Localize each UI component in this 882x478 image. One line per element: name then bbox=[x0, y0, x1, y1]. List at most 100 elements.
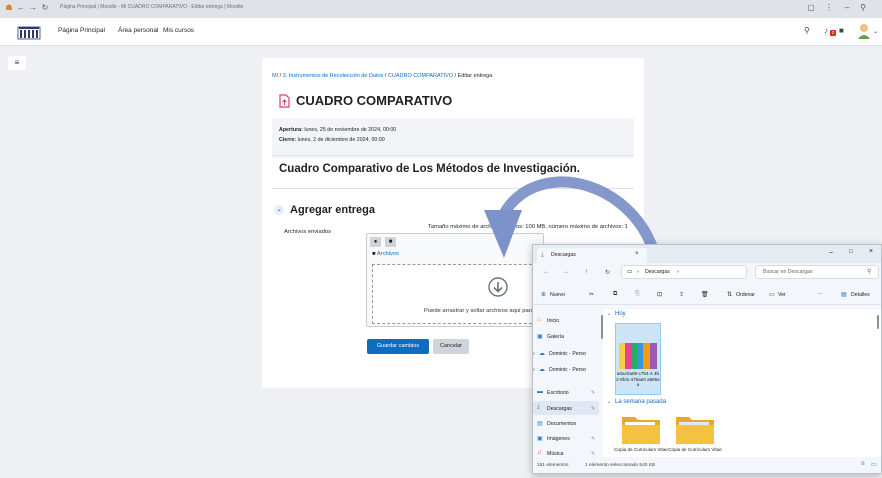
nav-link-my-courses[interactable]: Mis cursos bbox=[163, 27, 194, 34]
close-tab-icon[interactable]: × bbox=[635, 251, 639, 257]
drop-zone[interactable] bbox=[372, 264, 542, 324]
notifications-icon[interactable]: ♪ bbox=[824, 26, 828, 35]
nav-link-home[interactable]: Página Principal bbox=[58, 27, 105, 34]
image-thumbnail-icon bbox=[619, 343, 657, 369]
folder-icon[interactable] bbox=[621, 413, 661, 445]
browser-menu-icon[interactable]: ⋮ bbox=[824, 3, 834, 13]
window-minimize-icon[interactable]: – bbox=[829, 249, 833, 256]
breadcrumb-item-section[interactable]: 3. Instrumentos de Recolección de Datos bbox=[283, 73, 384, 79]
breadcrumb-separator: / bbox=[384, 73, 387, 79]
expand-chevron-icon[interactable]: › bbox=[533, 351, 535, 357]
rename-icon[interactable]: ⊡ bbox=[657, 291, 662, 298]
tiles-view-icon[interactable]: ▭ bbox=[871, 461, 877, 468]
add-file-icon[interactable]: ● bbox=[370, 237, 381, 247]
download-arrow-icon bbox=[488, 277, 508, 297]
opening-value: lunes, 25 de noviembre de 2024, 00:00 bbox=[304, 127, 397, 133]
extensions-icon[interactable]: ▢ bbox=[806, 3, 816, 13]
closing-value: lunes, 2 de diciembre de 2024, 00:00 bbox=[297, 137, 385, 143]
breadcrumb-item-assignment[interactable]: CUADRO COMPARATIVO bbox=[388, 73, 453, 79]
reload-icon[interactable]: ↻ bbox=[40, 3, 50, 13]
window-close-icon[interactable]: × bbox=[869, 248, 873, 255]
save-changes-button[interactable]: Guardar cambios bbox=[367, 339, 429, 354]
breadcrumb-item-course[interactable]: MI bbox=[272, 73, 278, 79]
sidebar-item-escritorio[interactable]: Escritorio bbox=[547, 390, 569, 396]
group-last-week[interactable]: La semana pasada bbox=[615, 399, 666, 405]
desktop-icon: ▬ bbox=[537, 389, 543, 395]
address-bar[interactable] bbox=[621, 265, 747, 279]
file-explorer-window: ⤓ Descargas × – □ × ← → ↑ ↻ ▭ › Descarga… bbox=[532, 244, 882, 474]
folder-icon[interactable] bbox=[675, 413, 715, 445]
sidebar-item-documentos[interactable]: Documentos bbox=[547, 421, 576, 427]
refresh-icon[interactable]: ↻ bbox=[605, 269, 610, 276]
cloud-icon: ☁ bbox=[539, 367, 545, 373]
account-icon[interactable]: ⚲ bbox=[858, 3, 868, 13]
folder-link[interactable]: Archivos bbox=[377, 251, 399, 257]
gallery-icon: ▣ bbox=[537, 334, 543, 340]
delete-icon[interactable]: 🗑 bbox=[701, 291, 709, 298]
create-folder-icon[interactable]: ■ bbox=[385, 237, 396, 247]
paste-icon[interactable]: ⎘ bbox=[635, 291, 640, 298]
cloud-icon: ☁ bbox=[539, 351, 545, 357]
browser-toolbar: ☗ ← → ↻ Página Principal | Moodle - Mi C… bbox=[0, 0, 882, 18]
pin-icon: ✎ bbox=[591, 390, 596, 396]
group-chevron-icon[interactable]: ⌄ bbox=[607, 399, 611, 405]
pin-icon: ✎ bbox=[591, 451, 596, 457]
group-today[interactable]: Hoy bbox=[615, 311, 626, 317]
user-menu-chevron-icon[interactable]: ⌄ bbox=[873, 28, 878, 35]
forward-icon[interactable]: → bbox=[28, 3, 38, 13]
breadcrumb: MI / 3. Instrumentos de Recolección de D… bbox=[272, 73, 492, 79]
folder-name[interactable]: Copia de Curriculum Vitae bbox=[613, 447, 669, 453]
view-icon[interactable]: ▭ bbox=[769, 291, 775, 298]
section-title[interactable]: Agregar entrega bbox=[290, 204, 375, 216]
details-button[interactable]: Detalles bbox=[851, 292, 870, 298]
search-icon: ⚲ bbox=[867, 269, 872, 275]
group-chevron-icon[interactable]: ⌄ bbox=[607, 311, 611, 317]
sort-button[interactable]: Ordenar bbox=[736, 292, 755, 298]
more-options-icon[interactable]: ··· bbox=[817, 291, 822, 297]
sort-icon[interactable]: ⇅ bbox=[727, 291, 732, 298]
breadcrumb-item-current: Editar entrega bbox=[457, 73, 493, 79]
sidebar-item-descargas[interactable]: Descargas bbox=[547, 406, 572, 412]
minimize-icon[interactable]: – bbox=[842, 3, 852, 13]
files-panel: ⌄ Hoy a0ac0a09-c7b4-4 4b2-8fc5-47bae0 a8… bbox=[603, 309, 881, 457]
music-icon: ♫ bbox=[537, 450, 542, 456]
search-icon[interactable]: ⚲ bbox=[804, 26, 810, 35]
up-icon[interactable]: ↑ bbox=[585, 269, 588, 275]
new-icon[interactable]: ⊕ bbox=[541, 291, 546, 298]
files-scrollbar[interactable] bbox=[877, 315, 879, 329]
sidebar-item-inicio[interactable]: Inicio bbox=[547, 318, 559, 324]
view-button[interactable]: Ver bbox=[778, 292, 786, 298]
sidebar-item-imagenes[interactable]: Imágenes bbox=[547, 436, 570, 442]
forward-icon[interactable]: → bbox=[563, 269, 569, 275]
opening-label: Apertura: bbox=[279, 127, 303, 133]
new-button[interactable]: Nuevo bbox=[550, 292, 565, 298]
pictures-icon: ▣ bbox=[537, 436, 543, 442]
list-view-icon[interactable]: ≡ bbox=[861, 461, 865, 467]
back-icon[interactable]: ← bbox=[543, 269, 549, 275]
user-avatar-icon[interactable] bbox=[856, 22, 872, 40]
copy-icon[interactable]: ⧉ bbox=[613, 291, 617, 298]
messages-icon[interactable]: ■ bbox=[839, 26, 844, 35]
back-icon[interactable]: ← bbox=[16, 3, 26, 13]
sidebar-item-onedrive-1[interactable]: Dominic - Perso bbox=[549, 351, 586, 357]
details-icon[interactable]: ▤ bbox=[841, 291, 847, 298]
collapse-chevron-icon[interactable]: ⌄ bbox=[274, 205, 284, 215]
folder-name[interactable]: Copia de Curriculum Vitae bbox=[667, 447, 723, 453]
drawer-toggle-icon[interactable]: ≡ bbox=[8, 56, 26, 70]
sidebar-item-onedrive-2[interactable]: Dominic - Perso bbox=[549, 367, 586, 373]
cancel-button[interactable]: Cancelar bbox=[433, 339, 469, 354]
address-segment[interactable]: Descargas bbox=[645, 269, 670, 275]
closing-date: Cierre: lunes, 2 de diciembre de 2024, 0… bbox=[279, 137, 385, 143]
nav-link-dashboard[interactable]: Área personal bbox=[118, 27, 158, 34]
browser-tab-title[interactable]: Página Principal | Moodle - Mi CUADRO CO… bbox=[60, 4, 243, 10]
status-item-count: 151 elementos bbox=[537, 463, 569, 468]
expand-chevron-icon[interactable]: › bbox=[533, 367, 535, 373]
cut-icon[interactable]: ✂ bbox=[589, 291, 594, 298]
sidebar-item-galeria[interactable]: Galería bbox=[547, 334, 564, 340]
share-icon[interactable]: ⇪ bbox=[679, 291, 684, 298]
notification-badge: 2 bbox=[830, 30, 836, 36]
explorer-tab-title[interactable]: Descargas bbox=[551, 252, 576, 258]
sidebar-item-musica[interactable]: Música bbox=[547, 451, 563, 457]
window-maximize-icon[interactable]: □ bbox=[849, 249, 853, 255]
address-chevron-icon: › bbox=[637, 269, 639, 275]
